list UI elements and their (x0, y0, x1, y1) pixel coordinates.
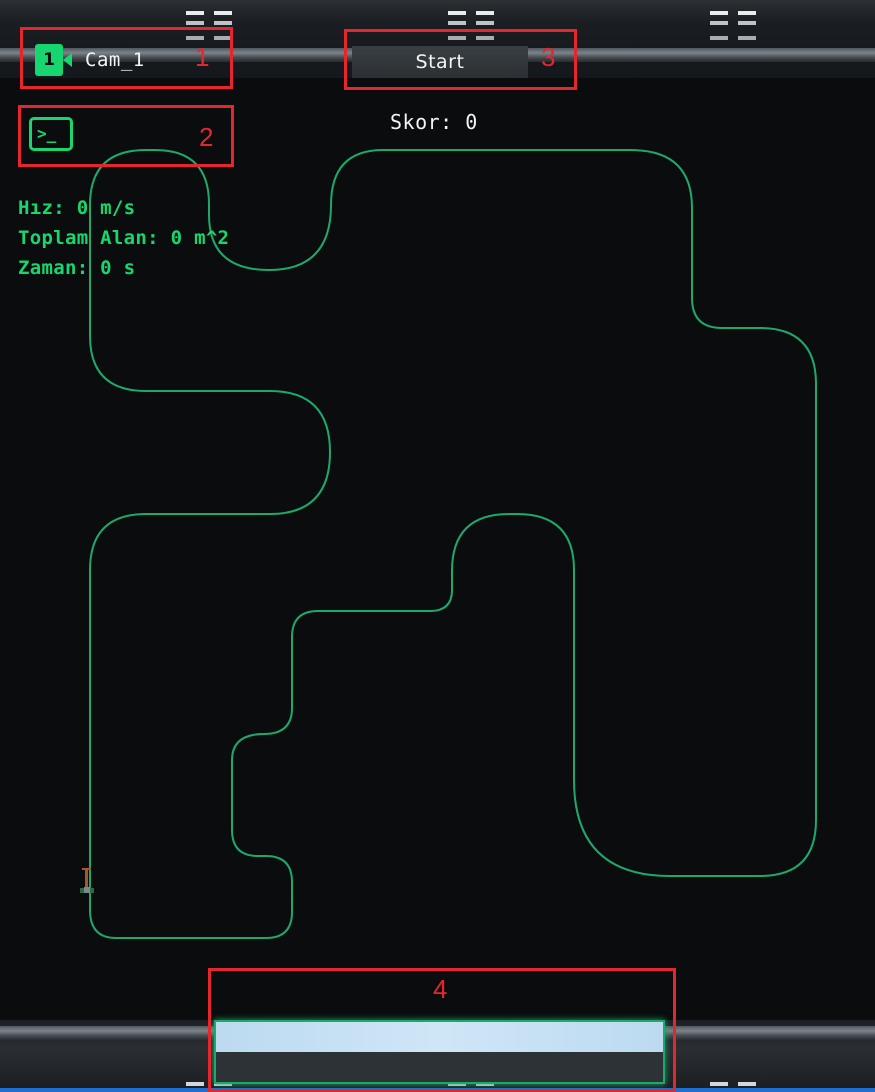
stats-panel: Hız: 0 m/s Toplam Alan: 0 m^2 Zaman: 0 s (18, 193, 229, 283)
annotation-number-1: 1 (195, 42, 210, 72)
area-readout: Toplam Alan: 0 m^2 (18, 227, 230, 249)
annotation-number-2: 2 (199, 122, 214, 152)
robot-marker (80, 866, 94, 896)
annotation-number-4: 4 (433, 974, 448, 1004)
speed-readout: Hız: 0 m/s (18, 197, 136, 219)
score-label: Skor: 0 (390, 110, 478, 134)
annotation-number-3: 3 (541, 42, 556, 72)
time-readout: Zaman: 0 s (18, 257, 136, 279)
